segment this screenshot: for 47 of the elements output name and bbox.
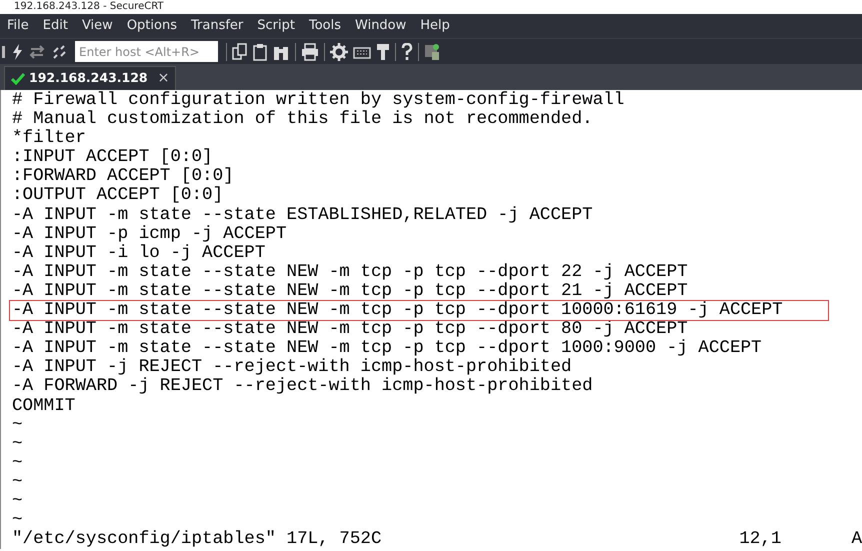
terminal-line: ~ xyxy=(12,492,23,512)
tab-label: 192.168.243.128 xyxy=(29,69,148,88)
scroll-position: A xyxy=(851,530,862,550)
terminal-line: ~ xyxy=(12,416,23,435)
terminal-line: ~ xyxy=(12,434,23,454)
session-tab[interactable]: 192.168.243.128 × xyxy=(4,66,176,90)
terminal-line: # Manual customization of this file is not recommended. xyxy=(12,110,593,130)
gear-icon[interactable] xyxy=(330,42,348,60)
menu-item[interactable]: Transfer xyxy=(184,14,250,38)
menu-item[interactable]: File xyxy=(0,14,36,38)
menu-item[interactable]: View xyxy=(74,14,120,38)
lightning-icon[interactable] xyxy=(11,42,23,60)
swap-arrows-icon[interactable] xyxy=(28,42,46,60)
terminal-line: -A FORWARD -j REJECT --reject-with icmp-host-prohibited xyxy=(12,377,593,396)
terminal-line: COMMIT xyxy=(12,396,76,416)
menu-item[interactable]: Script xyxy=(250,14,302,38)
cursor-position: 12,1 xyxy=(739,530,782,550)
terminal-line: -A INPUT -p icmp -j ACCEPT xyxy=(12,224,287,244)
terminal-line: -A INPUT -m state --state NEW -m tcp -p tcp --dport 22 -j ACCEPT xyxy=(12,262,688,282)
printer-icon[interactable] xyxy=(301,42,319,60)
menu-item[interactable]: Edit xyxy=(36,14,75,38)
menu-item[interactable]: Options xyxy=(120,14,184,38)
file-info: "/etc/sysconfig/iptables" 17L, 752C xyxy=(12,530,382,550)
help-icon[interactable] xyxy=(401,42,413,60)
terminal-line: *filter xyxy=(12,129,86,148)
terminal-line: :OUTPUT ACCEPT [0:0] xyxy=(12,186,224,206)
terminal-line: -A INPUT -m state --state NEW -m tcp -p tcp --dport 1000:9000 -j ACCEPT xyxy=(12,339,762,358)
highlighted-line: -A INPUT -m state --state NEW -m tcp -p tcp --dport 10000:61619 -j ACCEPT xyxy=(10,301,828,320)
terminal-line: -A INPUT -m state --state NEW -m tcp -p tcp --dport 80 -j ACCEPT xyxy=(12,320,688,340)
terminal-line: -A INPUT -m state --state NEW -m tcp -p tcp --dport 21 -j ACCEPT xyxy=(12,282,688,301)
menu-item[interactable]: Help xyxy=(413,14,457,38)
terminal-line: ~ xyxy=(12,454,23,473)
terminal-line: :INPUT ACCEPT [0:0] xyxy=(12,148,213,168)
terminal-line: -A INPUT -i lo -j ACCEPT xyxy=(12,244,266,263)
lock-window-icon[interactable] xyxy=(424,42,440,60)
terminal-line: ~ xyxy=(12,511,23,530)
host-field[interactable]: Enter host <Alt+R> xyxy=(75,41,218,62)
copy-icon[interactable] xyxy=(232,42,248,60)
clipboard-icon[interactable] xyxy=(253,42,267,60)
close-tab-button[interactable]: × xyxy=(158,68,170,89)
menu-item[interactable]: Window xyxy=(348,14,414,38)
terminal-line: -A INPUT -m state --state ESTABLISHED,RELATED -j ACCEPT xyxy=(12,206,593,225)
menu-item[interactable]: Tools xyxy=(302,14,348,38)
terminal-line: # Firewall configuration written by system-config-firewall xyxy=(12,91,624,110)
terminal-line: -A INPUT -j REJECT --reject-with icmp-host-prohibited xyxy=(12,358,572,378)
terminal-line: :FORWARD ACCEPT [0:0] xyxy=(12,167,234,186)
terminal-line: ~ xyxy=(12,472,23,492)
